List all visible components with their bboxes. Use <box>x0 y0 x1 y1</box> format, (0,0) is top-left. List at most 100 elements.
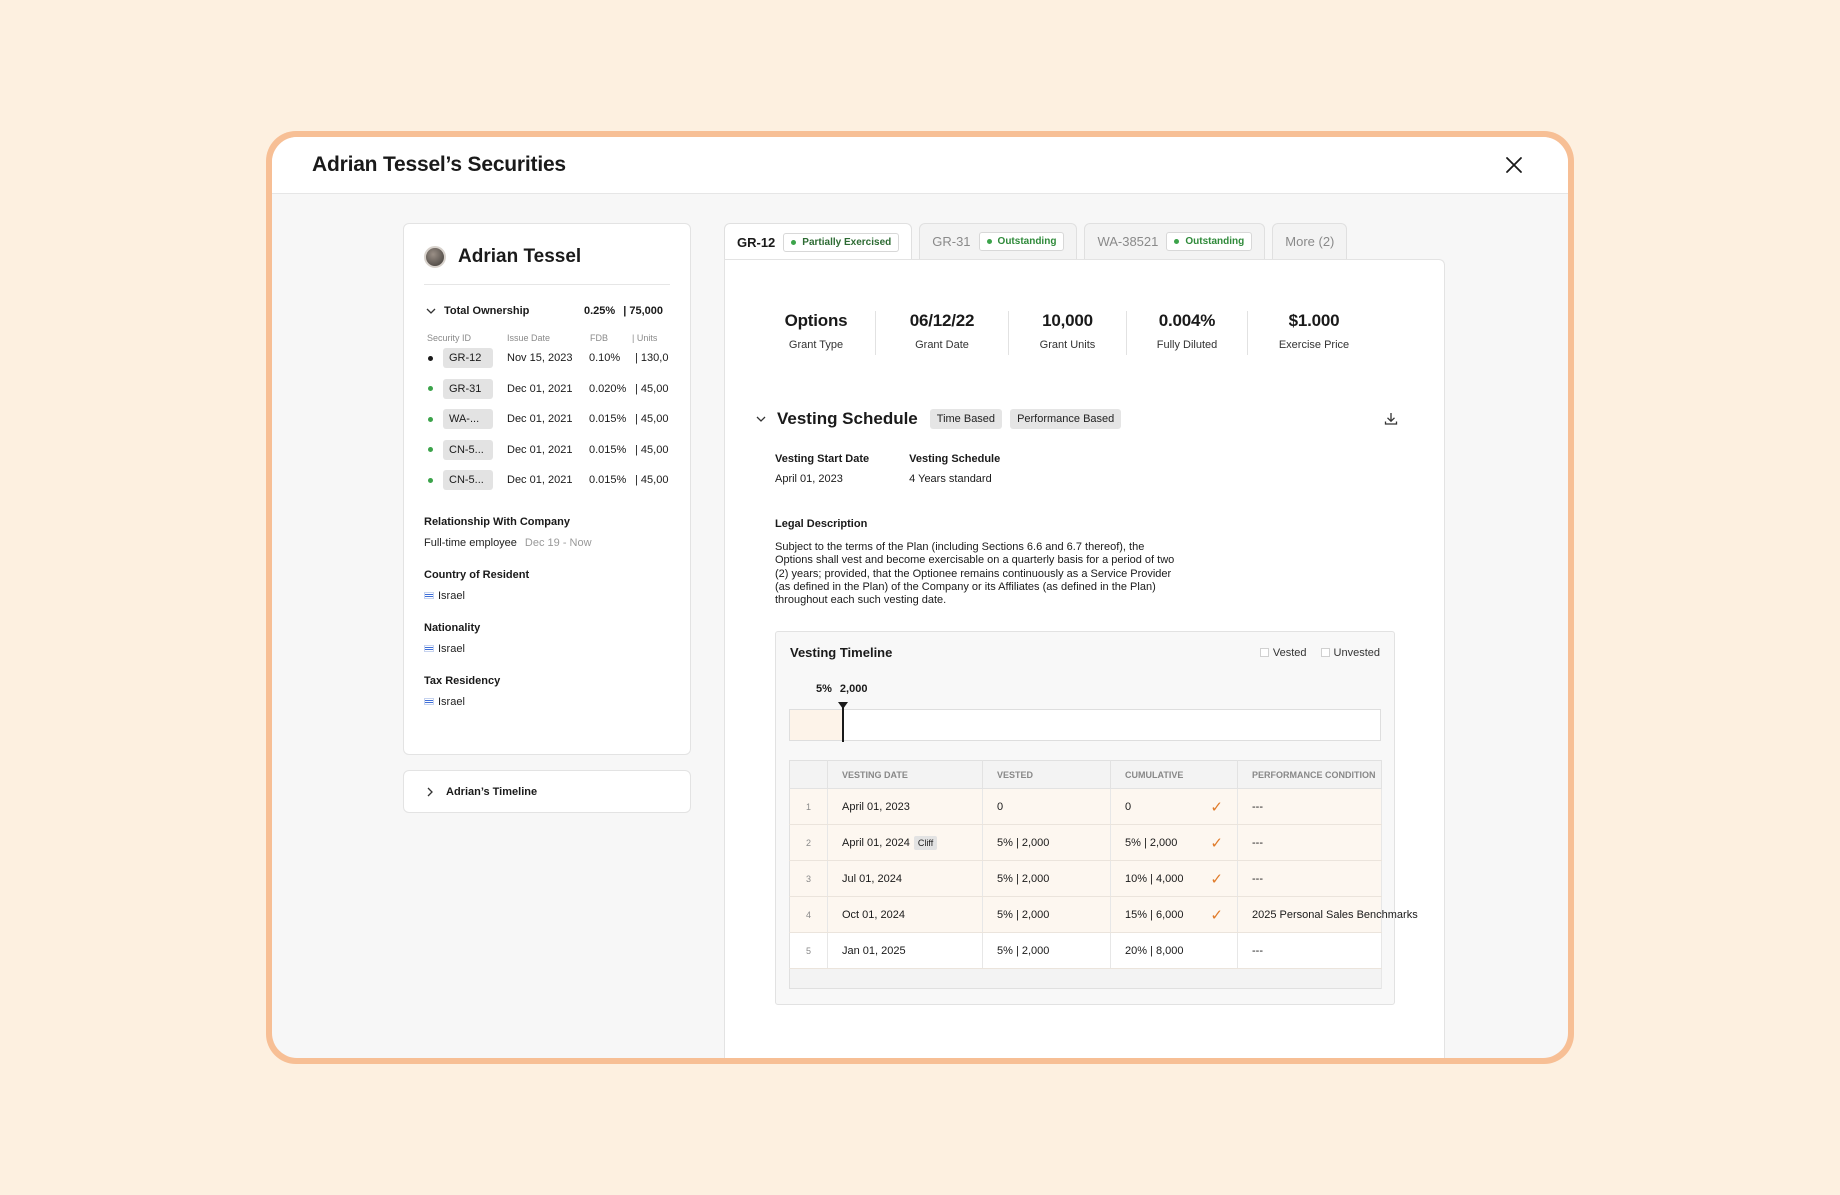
legal-text: Subject to the terms of the Plan (includ… <box>775 541 1175 607</box>
security-id-chip: GR-31 <box>443 378 493 399</box>
security-fdb: 0.020% <box>589 382 627 395</box>
legal-description: Legal Description Subject to the terms o… <box>775 518 1175 607</box>
relationship-period: Dec 19 - Now <box>524 536 592 549</box>
security-tabs: GR-12 Partially Exercised GR-31 Outstand… <box>724 223 1348 260</box>
timeline-marker-label: 5% 2,000 <box>816 683 867 695</box>
tax-value: Israel <box>438 695 465 708</box>
security-date: Dec 01, 2021 <box>507 413 573 426</box>
nationality-value: Israel <box>438 642 465 655</box>
grant-stats: Options Grant Type 06/12/22 Grant Date 1… <box>757 311 1380 355</box>
israel-flag-icon <box>424 698 434 705</box>
tab-label: WA-38521 <box>1097 234 1159 249</box>
row-cumulative: 15% | 6,000 <box>1125 908 1184 921</box>
security-row[interactable]: GR-12 Nov 15, 2023 0.10% | 130,000 <box>424 343 670 374</box>
vesting-schedule-value: 4 Years standard <box>909 473 992 485</box>
nationality-block: Nationality Israel <box>424 622 670 655</box>
timeline-legend: Vested Unvested <box>1259 647 1380 659</box>
tab-more[interactable]: More (2) <box>1272 223 1348 259</box>
vesting-start-block: Vesting Start Date April 01, 2023 <box>775 453 869 485</box>
row-date: Jan 01, 2025 <box>842 944 906 957</box>
row-performance: 2025 Personal Sales Benchmarks <box>1237 896 1418 933</box>
status-text: Partially Exercised <box>802 236 892 248</box>
close-button[interactable] <box>1500 151 1528 179</box>
security-fdb: 0.10% <box>589 352 621 365</box>
ownership-percent: 0.25% <box>584 305 616 317</box>
vesting-timeline: Vesting Timeline Vested Unvested 5% 2,00… <box>775 631 1418 1005</box>
check-icon: ✓ <box>1210 834 1223 852</box>
stat-value: Options <box>784 311 848 330</box>
col-fdb: FDB <box>590 333 608 343</box>
tab-wa-38521[interactable]: WA-38521 Outstanding <box>1084 223 1266 259</box>
ownership-label: Total Ownership <box>444 305 530 317</box>
vesting-start-value: April 01, 2023 <box>775 473 843 485</box>
adrians-timeline-toggle[interactable]: Adrian’s Timeline <box>403 770 691 813</box>
security-row[interactable]: CN-5... Dec 01, 2021 0.015% | 45,000 <box>424 465 670 496</box>
security-units: | 130,000 <box>635 352 669 365</box>
row-date-cell: Oct 01, 2024 <box>827 896 983 933</box>
profile-header: Adrian Tessel <box>424 246 670 285</box>
table-row[interactable]: 5 Jan 01, 2025 5% | 2,000 20% | 8,000 --… <box>789 932 1382 969</box>
legend-swatch <box>1259 648 1269 657</box>
table-row[interactable]: 1 April 01, 2023 0 0 ✓ --- <box>789 788 1382 825</box>
legend-vested: Vested <box>1259 647 1307 659</box>
relationship-label: Relationship With Company <box>424 515 570 528</box>
legend-swatch <box>1320 648 1330 657</box>
status-badge: Outstanding <box>978 232 1065 251</box>
col-index <box>789 760 828 789</box>
timeline-marker[interactable] <box>838 702 848 742</box>
legal-label: Legal Description <box>775 518 868 530</box>
relationship-value-row: Full-time employee Dec 19 - Now <box>424 537 670 549</box>
status-text: Outstanding <box>997 236 1057 247</box>
tab-gr-12[interactable]: GR-12 Partially Exercised <box>724 223 913 260</box>
tab-label: GR-12 <box>737 234 776 250</box>
timeline-bar <box>789 702 1381 742</box>
row-cumulative-cell: 5% | 2,000 ✓ <box>1110 824 1238 861</box>
col-vesting-date: VESTING DATE <box>827 760 983 789</box>
row-cumulative: 0 <box>1125 800 1132 813</box>
row-index: 1 <box>789 788 828 825</box>
row-vested: 5% | 2,000 <box>982 932 1111 969</box>
chevron-down-icon <box>426 308 436 314</box>
stat-fully-diluted: 0.004% Fully Diluted <box>1127 311 1248 355</box>
tax-value-row: Israel <box>424 696 670 708</box>
tab-gr-31[interactable]: GR-31 Outstanding <box>919 223 1078 259</box>
col-vested: VESTED <box>982 760 1111 789</box>
row-index: 3 <box>789 860 828 897</box>
security-id-chip: GR-12 <box>443 348 493 369</box>
row-cumulative-cell: 20% | 8,000 <box>1110 932 1238 969</box>
stat-value: $1.000 <box>1288 311 1340 330</box>
status-text: Outstanding <box>1185 236 1245 247</box>
download-icon[interactable] <box>1383 411 1399 427</box>
stat-label: Exercise Price <box>1278 339 1350 351</box>
relationship-value: Full-time employee <box>424 536 517 549</box>
security-row[interactable]: GR-31 Dec 01, 2021 0.020% | 45,000 <box>424 374 670 405</box>
stat-label: Grant Date <box>915 339 969 351</box>
row-performance: --- <box>1237 932 1382 969</box>
modal-title: Adrian Tessel’s Securities <box>312 153 566 176</box>
chevron-down-icon[interactable] <box>755 413 767 425</box>
check-icon: ✓ <box>1210 870 1223 888</box>
security-row[interactable]: CN-5... Dec 01, 2021 0.015% | 45,000 <box>424 435 670 466</box>
cliff-badge: Cliff <box>913 835 938 850</box>
security-id-chip: CN-5... <box>443 439 493 460</box>
row-performance: --- <box>1237 860 1382 897</box>
row-date-cell: April 01, 2024 Cliff <box>827 824 983 861</box>
stat-value: 10,000 <box>1042 311 1093 330</box>
security-date: Dec 01, 2021 <box>507 382 573 395</box>
table-row[interactable]: 2 April 01, 2024 Cliff 5% | 2,000 5% | 2,… <box>789 824 1382 861</box>
col-units: | Units <box>632 333 658 343</box>
table-row[interactable]: 4 Oct 01, 2024 5% | 2,000 15% | 6,000 ✓ 2… <box>789 896 1418 933</box>
row-performance: --- <box>1237 788 1382 825</box>
security-row[interactable]: WA-... Dec 01, 2021 0.015% | 45,000 <box>424 404 670 435</box>
table-row[interactable]: 3 Jul 01, 2024 5% | 2,000 10% | 4,000 ✓ -… <box>789 860 1382 897</box>
tab-label: More (2) <box>1285 234 1335 249</box>
vesting-meta: Vesting Start Date April 01, 2023 Vestin… <box>775 453 1000 485</box>
status-dot <box>986 239 992 244</box>
stat-exercise-price: $1.000 Exercise Price <box>1248 311 1380 355</box>
ownership-units: | 75,000 <box>623 305 663 317</box>
row-vested: 5% | 2,000 <box>982 896 1111 933</box>
check-icon: ✓ <box>1210 798 1223 816</box>
total-ownership-toggle[interactable]: Total Ownership 0.25% | 75,000 <box>424 305 670 317</box>
row-cumulative: 5% | 2,000 <box>1125 836 1178 849</box>
tax-label: Tax Residency <box>424 674 501 687</box>
